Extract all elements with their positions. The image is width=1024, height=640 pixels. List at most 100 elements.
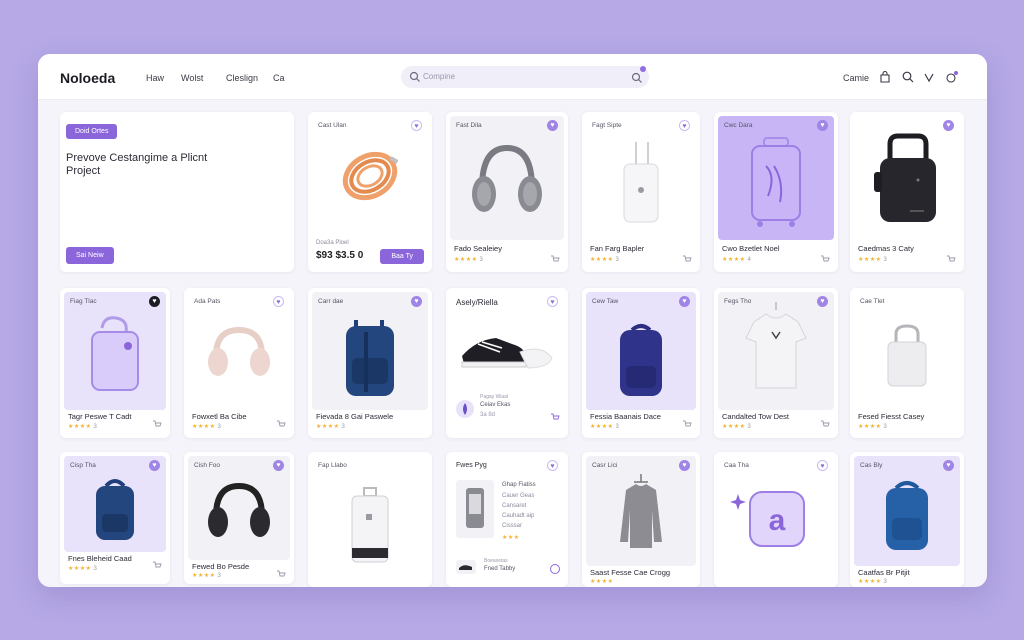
product-name[interactable]: Caedmas 3 Caty (858, 244, 914, 253)
promo-card: Doid Ortes Prevove Cestangime a Plicnt P… (60, 112, 294, 272)
add-icon[interactable] (550, 564, 560, 574)
account-label[interactable]: Camie (843, 73, 869, 83)
product-name[interactable]: Fievada 8 Gai Paswele (316, 412, 393, 421)
product-card[interactable]: Casr Lici ♥ Saast Fesse Cae Crogg ★★★★ (582, 452, 700, 587)
product-image-white-bag (854, 292, 960, 410)
promo-cta-button[interactable]: Sai Neiw (66, 247, 114, 264)
product-card[interactable]: Carr dae ♥ Fievada 8 Gai Paswele ★★★★ 3 (308, 288, 432, 438)
promo-badge[interactable]: Doid Ortes (66, 124, 118, 139)
heart-icon[interactable]: ♥ (547, 460, 558, 471)
product-card[interactable]: Cwc Dara ♥ Cwo Bzetlet Noel ★★★★ 4 (714, 112, 838, 272)
rating-stars: ★★★★ 3 (590, 424, 620, 430)
product-card[interactable]: Cas Bly ♥ Caatfas Br Pitjit ★★★★ 3 (850, 452, 964, 587)
product-card[interactable]: Fwes Pyg ♥ Ghap Fiatiss Cauer Geas Cansa… (446, 452, 568, 587)
heart-icon[interactable]: ♥ (943, 460, 954, 471)
nav-item-3[interactable]: Cleslign (226, 73, 258, 83)
heart-icon[interactable]: ♥ (547, 120, 558, 131)
product-name[interactable]: Fewed Bo Pesde (192, 562, 249, 571)
heart-icon[interactable]: ♥ (817, 460, 828, 471)
cart-icon[interactable] (682, 254, 692, 264)
product-card[interactable]: Cish Foo ♥ Fewed Bo Pesde ★★★★ 3 (184, 452, 294, 584)
product-price: 3a 8d (480, 412, 496, 418)
heart-icon[interactable]: ♥ (679, 460, 690, 471)
cart-icon[interactable] (820, 419, 830, 429)
product-card[interactable]: Cisp Tha ♥ Fnes Bleheid Caad ★★★★ 3 (60, 452, 170, 584)
product-card[interactable]: Cast Ulan ♥ Doa3a Ploel $93 $3.5 0 Baa T… (308, 112, 432, 272)
spec-item: Cisssar (502, 523, 523, 529)
heart-icon[interactable] (922, 70, 936, 84)
cart-icon[interactable] (550, 412, 560, 422)
buy-button[interactable]: Baa Ty (380, 249, 424, 264)
product-card[interactable]: Fagt Sipte ♥ Fan Farg Bapler ★★★★ 3 (582, 112, 700, 272)
heart-icon[interactable]: ♥ (273, 460, 284, 471)
product-tag: Cas Bly (860, 462, 883, 469)
product-name[interactable]: Candalted Tow Dest (722, 412, 789, 421)
bag-icon[interactable] (878, 70, 892, 84)
cart-icon[interactable] (276, 569, 286, 579)
product-card[interactable]: Ada Pats ♥ Fowxetl Ba Cibe ★★★★ 3 (184, 288, 294, 438)
product-card[interactable]: Fap Llabo (308, 452, 432, 587)
user-icon[interactable] (945, 70, 959, 84)
cart-icon[interactable] (152, 419, 162, 429)
cart-icon[interactable] (682, 419, 692, 429)
cart-icon[interactable] (550, 254, 560, 264)
brand-logo[interactable]: Noloeda (60, 70, 115, 86)
cart-icon[interactable] (820, 254, 830, 264)
product-name[interactable]: Fesed Fiesst Casey (858, 412, 924, 421)
heart-icon[interactable]: ♥ (679, 120, 690, 131)
cart-icon[interactable] (152, 560, 162, 570)
product-card[interactable]: Asely/Riella ♥ Pagay Wiaal Ceiav Ekas 3a… (446, 288, 568, 438)
product-name[interactable]: Fnes Bleheid Caad (68, 554, 132, 563)
app-window: Noloeda Haw Wolst Cleslign Ca Compine Ca… (38, 54, 987, 587)
heart-icon[interactable]: ♥ (149, 296, 160, 307)
heart-icon[interactable]: ♥ (679, 296, 690, 307)
heart-icon[interactable]: ♥ (817, 120, 828, 131)
product-name[interactable]: Fowxetl Ba Cibe (192, 412, 247, 421)
cart-icon[interactable] (946, 254, 956, 264)
product-image-tshirt (718, 292, 834, 410)
heart-icon[interactable]: ♥ (943, 120, 954, 131)
product-price: $93 $3.5 0 (316, 250, 364, 261)
product-name[interactable]: Cwo Bzetlet Noel (722, 244, 780, 253)
heart-icon[interactable]: ♥ (149, 460, 160, 471)
rating-stars: ★★★★ 3 (68, 424, 98, 430)
product-card[interactable]: Fast Dila ♥ Fado Sealeiey ★★★★ 3 (446, 112, 568, 272)
product-name[interactable]: Caatfas Br Pitjit (858, 568, 910, 577)
product-card[interactable]: Fiag Tlac ♥ Tagr Peswe T Cadt ★★★★ 3 (60, 288, 170, 438)
product-card[interactable]: Cew Taw ♥ Fessia Baanais Dace ★★★★ 3 (582, 288, 700, 438)
product-name[interactable]: Fado Sealeiey (454, 244, 502, 253)
product-name[interactable]: Fned Tabby (484, 566, 515, 572)
product-tag: Ada Pats (194, 298, 221, 305)
heart-icon[interactable]: ♥ (411, 296, 422, 307)
product-image-blue-backpack (312, 292, 428, 410)
heart-icon[interactable]: ♥ (411, 120, 422, 131)
promo-headline: Prevove Cestangime a Plicnt Project (66, 152, 208, 177)
rating-stars: ★★★★ 4 (722, 257, 752, 263)
search-bar[interactable]: Compine (401, 66, 649, 88)
product-name[interactable]: Ceiav Ekas (480, 402, 510, 408)
search-input[interactable]: Compine (423, 72, 455, 81)
nav-item-2[interactable]: Wolst (181, 73, 203, 83)
search-submit-icon[interactable] (630, 70, 644, 84)
price-label: Doa3a Ploel (316, 240, 349, 246)
product-name[interactable]: Fessia Baanais Dace (590, 412, 661, 421)
nav-item-1[interactable]: Haw (146, 73, 164, 83)
product-card[interactable]: ♥ Caedmas 3 Caty ★★★★ 3 (850, 112, 964, 272)
product-card[interactable]: a Caa Tha ♥ (714, 452, 838, 587)
rating-stars: ★★★★ 3 (590, 257, 620, 263)
heart-icon[interactable]: ♥ (817, 296, 828, 307)
nav-item-4[interactable]: Ca (273, 73, 285, 83)
product-tag: Fiag Tlac (70, 298, 97, 305)
product-card[interactable]: Cae Tlet Fesed Fiesst Casey ★★★★ 3 (850, 288, 964, 438)
search-icon (408, 70, 422, 84)
product-name[interactable]: Fan Farg Bapler (590, 244, 644, 253)
product-name[interactable]: Tagr Peswe T Cadt (68, 412, 132, 421)
product-card[interactable]: Fegs Tho ♥ Candalted Tow Dest ★★★★ 3 (714, 288, 838, 438)
rating-stars: ★★★★ 3 (858, 257, 888, 263)
product-name[interactable]: Saast Fesse Cae Crogg (590, 568, 670, 577)
product-tag: Cae Tlet (860, 298, 885, 305)
heart-icon[interactable]: ♥ (273, 296, 284, 307)
heart-icon[interactable]: ♥ (547, 296, 558, 307)
cart-icon[interactable] (276, 419, 286, 429)
search-icon-top[interactable] (901, 70, 915, 84)
